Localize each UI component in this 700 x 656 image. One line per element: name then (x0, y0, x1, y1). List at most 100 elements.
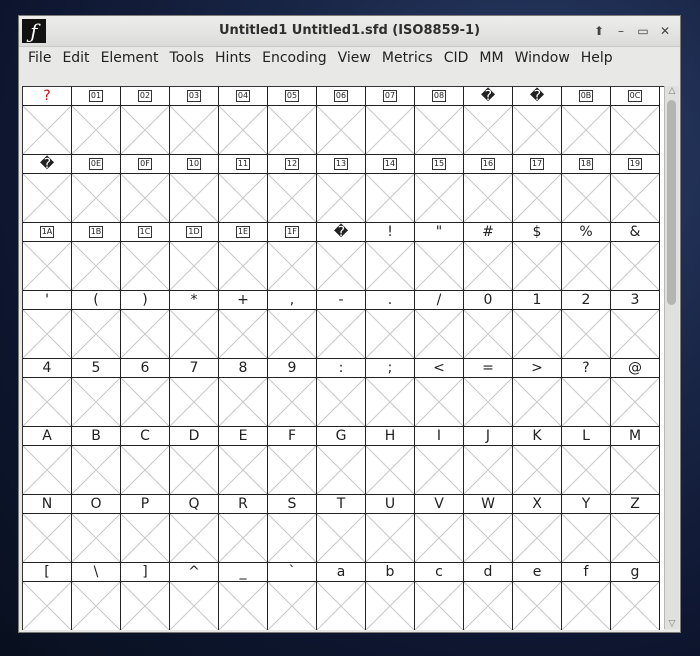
glyph-cell[interactable]: % (562, 223, 611, 291)
menu-cid[interactable]: CID (439, 50, 475, 66)
glyph-cell[interactable]: # (464, 223, 513, 291)
glyph-cell[interactable]: 07 (366, 87, 415, 155)
glyph-grid[interactable]: ? 01 02 03 04 05 06 07 08 � � 0B 0C � 0E 0F 10 11 12 13 14 15… (22, 86, 664, 630)
glyph-cell[interactable]: � (23, 155, 72, 223)
glyph-cell[interactable]: 15 (415, 155, 464, 223)
glyph-cell[interactable]: f (562, 563, 611, 630)
glyph-cell[interactable]: P (121, 495, 170, 563)
glyph-cell[interactable]: R (219, 495, 268, 563)
glyph-cell[interactable]: 08 (415, 87, 464, 155)
glyph-cell[interactable]: $ (513, 223, 562, 291)
glyph-cell[interactable]: 01 (72, 87, 121, 155)
glyph-cell[interactable]: ? (562, 359, 611, 427)
glyph-cell[interactable]: ; (366, 359, 415, 427)
menu-help[interactable]: Help (576, 50, 619, 66)
menu-element[interactable]: Element (96, 50, 165, 66)
glyph-cell[interactable]: 1A (23, 223, 72, 291)
glyph-cell[interactable]: K (513, 427, 562, 495)
glyph-cell[interactable]: 12 (268, 155, 317, 223)
glyph-cell[interactable]: 03 (170, 87, 219, 155)
glyph-cell[interactable]: C (121, 427, 170, 495)
glyph-cell[interactable]: 9 (268, 359, 317, 427)
menu-edit[interactable]: Edit (57, 50, 95, 66)
glyph-cell[interactable]: J (464, 427, 513, 495)
glyph-cell[interactable]: ! (366, 223, 415, 291)
glyph-cell[interactable]: G (317, 427, 366, 495)
glyph-cell[interactable]: b (366, 563, 415, 630)
glyph-cell[interactable]: O (72, 495, 121, 563)
glyph-cell[interactable]: ' (23, 291, 72, 359)
glyph-cell[interactable]: W (464, 495, 513, 563)
glyph-cell[interactable]: + (219, 291, 268, 359)
glyph-cell[interactable]: 1B (72, 223, 121, 291)
scroll-up-arrow-icon[interactable]: △ (666, 86, 678, 96)
title-bar[interactable]: ƒ Untitled1 Untitled1.sfd (ISO8859-1) ⬆ –… (19, 16, 680, 47)
glyph-cell[interactable]: V (415, 495, 464, 563)
glyph-cell[interactable]: 4 (23, 359, 72, 427)
menu-mm[interactable]: MM (474, 50, 509, 66)
glyph-cell[interactable]: 13 (317, 155, 366, 223)
glyph-cell[interactable]: 1D (170, 223, 219, 291)
glyph-cell[interactable]: d (464, 563, 513, 630)
glyph-cell[interactable]: 06 (317, 87, 366, 155)
glyph-cell[interactable]: a (317, 563, 366, 630)
glyph-cell[interactable]: F (268, 427, 317, 495)
glyph-cell[interactable]: 19 (611, 155, 660, 223)
glyph-cell[interactable]: 11 (219, 155, 268, 223)
glyph-cell[interactable]: 1C (121, 223, 170, 291)
menu-view[interactable]: View (333, 50, 377, 66)
glyph-cell[interactable]: c (415, 563, 464, 630)
menu-encoding[interactable]: Encoding (257, 50, 333, 66)
glyph-cell[interactable]: N (23, 495, 72, 563)
glyph-cell[interactable]: " (415, 223, 464, 291)
glyph-cell[interactable]: 1E (219, 223, 268, 291)
glyph-cell[interactable]: � (464, 87, 513, 155)
glyph-cell[interactable]: 16 (464, 155, 513, 223)
glyph-cell[interactable]: _ (219, 563, 268, 630)
glyph-cell[interactable]: @ (611, 359, 660, 427)
glyph-cell[interactable]: g (611, 563, 660, 630)
glyph-cell[interactable]: T (317, 495, 366, 563)
glyph-cell[interactable]: M (611, 427, 660, 495)
glyph-cell[interactable]: I (415, 427, 464, 495)
glyph-cell[interactable]: S (268, 495, 317, 563)
glyph-cell[interactable]: D (170, 427, 219, 495)
glyph-cell[interactable]: = (464, 359, 513, 427)
menu-metrics[interactable]: Metrics (377, 50, 439, 66)
glyph-cell[interactable]: A (23, 427, 72, 495)
glyph-cell[interactable]: Q (170, 495, 219, 563)
glyph-cell[interactable]: * (170, 291, 219, 359)
glyph-cell[interactable]: : (317, 359, 366, 427)
glyph-cell[interactable]: Y (562, 495, 611, 563)
glyph-cell[interactable]: 0E (72, 155, 121, 223)
glyph-cell[interactable]: 05 (268, 87, 317, 155)
scroll-down-arrow-icon[interactable]: ▽ (666, 619, 678, 629)
glyph-cell[interactable]: ` (268, 563, 317, 630)
glyph-cell[interactable]: 14 (366, 155, 415, 223)
glyph-cell[interactable]: 1F (268, 223, 317, 291)
glyph-cell[interactable]: � (513, 87, 562, 155)
glyph-cell[interactable]: - (317, 291, 366, 359)
glyph-cell[interactable]: 2 (562, 291, 611, 359)
glyph-cell[interactable]: 02 (121, 87, 170, 155)
glyph-cell[interactable]: ] (121, 563, 170, 630)
glyph-cell[interactable]: 5 (72, 359, 121, 427)
glyph-cell[interactable]: ) (121, 291, 170, 359)
menu-hints[interactable]: Hints (210, 50, 257, 66)
glyph-cell[interactable]: \ (72, 563, 121, 630)
glyph-cell[interactable]: ? (23, 87, 72, 155)
glyph-cell[interactable]: > (513, 359, 562, 427)
glyph-cell[interactable]: 8 (219, 359, 268, 427)
glyph-cell[interactable]: 17 (513, 155, 562, 223)
menu-window[interactable]: Window (510, 50, 576, 66)
glyph-cell[interactable]: 04 (219, 87, 268, 155)
glyph-cell[interactable]: & (611, 223, 660, 291)
glyph-cell[interactable]: < (415, 359, 464, 427)
scrollbar-thumb[interactable] (667, 100, 676, 305)
glyph-cell[interactable]: X (513, 495, 562, 563)
glyph-cell[interactable]: e (513, 563, 562, 630)
window-menu-icon[interactable]: ⬆ (590, 22, 608, 40)
glyph-cell[interactable]: 1 (513, 291, 562, 359)
glyph-cell[interactable]: ^ (170, 563, 219, 630)
glyph-cell[interactable]: B (72, 427, 121, 495)
